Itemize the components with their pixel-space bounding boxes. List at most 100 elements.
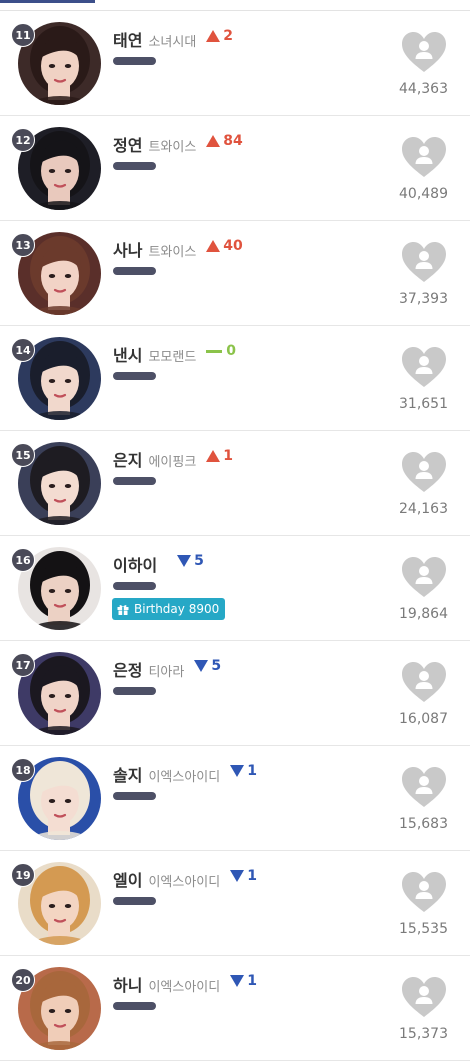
arrow-down-icon (230, 765, 245, 777)
idol-name[interactable]: 솔지 (113, 762, 142, 786)
rank-change: 40 (206, 238, 243, 254)
progress-bar (113, 57, 156, 65)
rank-badge: 12 (11, 128, 35, 152)
progress-bar (113, 477, 156, 485)
idol-name[interactable]: 은정 (113, 657, 142, 681)
vote-button[interactable] (400, 136, 448, 178)
vote-button[interactable] (400, 871, 448, 913)
heart-user-icon[interactable] (401, 871, 447, 913)
rank-change: 2 (206, 28, 233, 44)
vote-button[interactable] (400, 451, 448, 493)
rank-change: 5 (194, 658, 221, 674)
rank-change-value: 40 (223, 238, 243, 254)
rank-change-value: 84 (223, 133, 243, 149)
progress-bar (113, 372, 156, 380)
rank-badge: 16 (11, 548, 35, 572)
ranking-row-13[interactable]: 13 사나 트와이스 40 37,393 (0, 221, 470, 326)
rank-change-value: 5 (194, 553, 204, 569)
rank-change: 1 (230, 868, 257, 884)
ranking-row-18[interactable]: 18 솔지 이엑스아이디 1 15,683 (0, 746, 470, 851)
idol-name[interactable]: 태연 (113, 27, 142, 51)
group-name: 에이핑크 (148, 455, 197, 470)
birthday-label: Birthday 8900 (134, 602, 220, 616)
heart-user-icon[interactable] (401, 241, 447, 283)
rank-change-value: 0 (226, 343, 237, 359)
ranking-list: 11 태연 소녀시대 2 44,363 12 정연 트와이스 84 40,489… (0, 11, 470, 1061)
group-name: 소녀시대 (148, 35, 197, 50)
idol-name[interactable]: 하니 (113, 972, 142, 996)
arrow-down-icon (230, 870, 245, 882)
vote-button[interactable] (400, 766, 448, 808)
heart-user-icon[interactable] (401, 136, 447, 178)
arrow-down-icon (177, 555, 192, 567)
arrow-up-icon (206, 450, 221, 462)
progress-bar (113, 1002, 156, 1010)
heart-user-icon[interactable] (401, 766, 447, 808)
progress-bar (113, 267, 156, 275)
vote-count: 31,651 (399, 396, 448, 412)
vote-count: 15,535 (399, 921, 448, 937)
idol-name[interactable]: 엘이 (113, 867, 142, 891)
vote-button[interactable] (400, 31, 448, 73)
vote-count: 16,087 (399, 711, 448, 727)
vote-button[interactable] (400, 241, 448, 283)
idol-name[interactable]: 사나 (113, 237, 142, 261)
rank-badge: 18 (11, 758, 35, 782)
progress-bar (113, 687, 156, 695)
active-tab-indicator (0, 0, 95, 3)
rank-change-value: 1 (247, 973, 257, 989)
heart-user-icon[interactable] (401, 346, 447, 388)
rank-change: 1 (230, 763, 257, 779)
group-name: 티아라 (148, 665, 185, 680)
idol-name[interactable]: 낸시 (113, 342, 142, 366)
vote-button[interactable] (400, 661, 448, 703)
rank-change: 1 (206, 448, 233, 464)
heart-user-icon[interactable] (401, 661, 447, 703)
heart-user-icon[interactable] (401, 976, 447, 1018)
vote-count: 19,864 (399, 606, 448, 622)
rank-change: 1 (230, 973, 257, 989)
birthday-badge[interactable]: Birthday 8900 (112, 598, 226, 620)
vote-count: 37,393 (399, 291, 448, 307)
group-name: 이엑스아이디 (148, 875, 221, 890)
idol-name[interactable]: 이하이 (113, 552, 157, 576)
rank-change-value: 2 (223, 28, 234, 44)
ranking-row-14[interactable]: 14 낸시 모모랜드 0 31,651 (0, 326, 470, 431)
ranking-row-20[interactable]: 20 하니 이엑스아이디 1 15,373 (0, 956, 470, 1061)
vote-button[interactable] (400, 976, 448, 1018)
ranking-row-15[interactable]: 15 은지 에이핑크 1 24,163 (0, 431, 470, 536)
vote-button[interactable] (400, 556, 448, 598)
ranking-row-11[interactable]: 11 태연 소녀시대 2 44,363 (0, 11, 470, 116)
idol-name[interactable]: 정연 (113, 132, 142, 156)
idol-name[interactable]: 은지 (113, 447, 142, 471)
group-name: 이엑스아이디 (148, 980, 221, 995)
rank-change-value: 1 (223, 448, 234, 464)
ranking-row-12[interactable]: 12 정연 트와이스 84 40,489 (0, 116, 470, 221)
progress-bar (113, 897, 156, 905)
dash-icon (206, 349, 223, 353)
rank-badge: 14 (11, 338, 35, 362)
vote-count: 24,163 (399, 501, 448, 517)
top-tab-strip (0, 0, 470, 11)
ranking-row-17[interactable]: 17 은정 티아라 5 16,087 (0, 641, 470, 746)
vote-count: 40,489 (399, 186, 448, 202)
vote-button[interactable] (400, 346, 448, 388)
arrow-up-icon (206, 135, 221, 147)
progress-bar (113, 582, 156, 590)
rank-change-value: 1 (247, 763, 257, 779)
group-name: 트와이스 (148, 245, 197, 260)
rank-badge: 11 (11, 23, 35, 47)
ranking-row-16[interactable]: 16 이하이 5 19,864 Birthday 8900 (0, 536, 470, 641)
heart-user-icon[interactable] (401, 451, 447, 493)
ranking-row-19[interactable]: 19 엘이 이엑스아이디 1 15,535 (0, 851, 470, 956)
rank-change: 84 (206, 133, 243, 149)
heart-user-icon[interactable] (401, 31, 447, 73)
vote-count: 15,683 (399, 816, 448, 832)
group-name: 트와이스 (148, 140, 197, 155)
arrow-down-icon (194, 660, 209, 672)
progress-bar (113, 162, 156, 170)
arrow-up-icon (206, 30, 221, 42)
group-name: 모모랜드 (148, 350, 197, 365)
rank-change: 5 (177, 553, 204, 569)
heart-user-icon[interactable] (401, 556, 447, 598)
